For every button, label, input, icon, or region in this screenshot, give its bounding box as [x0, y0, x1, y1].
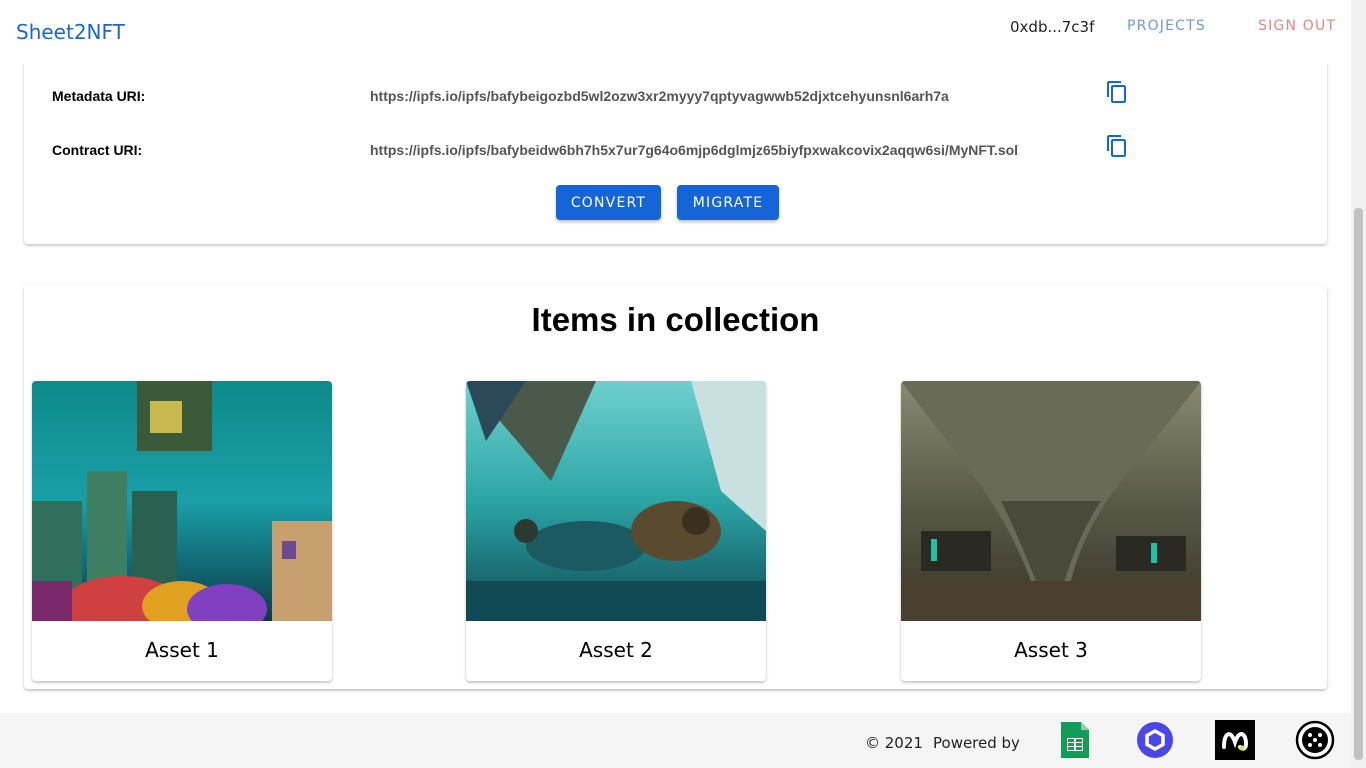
google-sheets-icon: [1061, 722, 1089, 758]
sign-out-button[interactable]: SIGN OUT: [1258, 18, 1336, 34]
metadata-uri-value: https://ipfs.io/ipfs/bafybeigozbd5wl2ozw…: [370, 88, 949, 104]
convert-button[interactable]: CONVERT: [556, 185, 661, 220]
asset-image: [32, 381, 332, 621]
collection-title: Items in collection: [531, 301, 820, 338]
filecoin-logo[interactable]: [1295, 720, 1335, 760]
asset-label: Asset 1: [145, 638, 219, 662]
migrate-button[interactable]: MIGRATE: [677, 185, 779, 220]
copy-icon: [1107, 135, 1126, 157]
asset-image: [466, 381, 766, 621]
app-bar: Sheet2NFT 0xdb...7c3f PROJECTS SIGN OUT: [0, 0, 1351, 64]
contract-uri-label: Contract URI:: [52, 142, 143, 158]
powered-by-text: Powered by: [933, 734, 1020, 752]
projects-button[interactable]: PROJECTS: [1127, 18, 1206, 34]
asset-card[interactable]: Asset 3: [901, 381, 1201, 681]
contract-uri-value: https://ipfs.io/ipfs/bafybeidw6bh7h5x7ur…: [370, 142, 1019, 158]
asset-label: Asset 3: [1014, 638, 1088, 662]
footer: © 2021 Powered by: [0, 713, 1351, 768]
scrollbar-thumb[interactable]: [1354, 208, 1363, 760]
google-sheets-logo[interactable]: [1055, 720, 1095, 760]
chainlink-icon: [1137, 722, 1173, 758]
metadata-uri-label: Metadata URI:: [52, 88, 146, 104]
brand-logo-text[interactable]: Sheet2NFT: [16, 20, 125, 44]
asset-card[interactable]: Asset 2: [466, 381, 766, 681]
chainlink-logo[interactable]: [1135, 720, 1175, 760]
moralis-logo[interactable]: [1215, 720, 1255, 760]
asset-label: Asset 2: [579, 638, 653, 662]
copy-metadata-uri-icon[interactable]: [1106, 80, 1128, 104]
filecoin-icon: [1295, 720, 1335, 760]
copy-icon: [1107, 81, 1126, 103]
copy-contract-uri-icon[interactable]: [1106, 134, 1128, 158]
asset-card[interactable]: Asset 1: [32, 381, 332, 681]
contract-info-card: Metadata URI: https://ipfs.io/ipfs/bafyb…: [24, 40, 1327, 244]
wallet-address: 0xdb...7c3f: [1010, 18, 1095, 36]
collection-card: Items in collection Asset 1 Asset 2 Asse…: [24, 285, 1327, 689]
moralis-icon: [1215, 720, 1255, 760]
asset-image: [901, 381, 1201, 621]
page-scrollbar[interactable]: [1351, 0, 1366, 768]
copyright-text: © 2021: [865, 734, 923, 752]
